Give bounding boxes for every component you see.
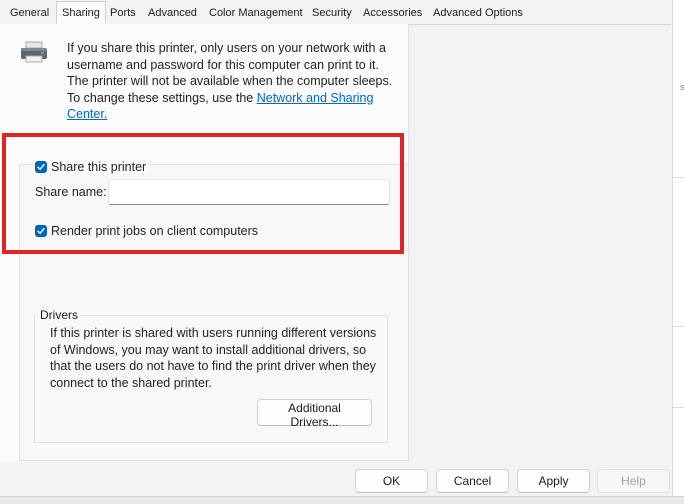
- divider: [673, 177, 684, 178]
- checkmark-icon: [37, 227, 45, 234]
- tab-general[interactable]: General: [10, 7, 49, 19]
- divider: [673, 407, 684, 408]
- tab-accessories[interactable]: Accessories: [363, 7, 422, 19]
- drivers-title: Drivers: [38, 308, 80, 322]
- printer-icon: [20, 40, 48, 64]
- share-printer-label[interactable]: Share this printer: [48, 160, 150, 174]
- tab-color-management[interactable]: Color Management: [209, 7, 303, 19]
- tab-ports[interactable]: Ports: [110, 7, 136, 19]
- ok-button[interactable]: OK: [355, 469, 428, 493]
- tab-sharing[interactable]: Sharing: [56, 1, 106, 24]
- tab-advanced-options[interactable]: Advanced Options: [433, 7, 523, 19]
- share-name-label: Share name:: [35, 185, 107, 199]
- dialog-footer: OK Cancel Apply Help: [0, 462, 671, 496]
- share-printer-checkbox[interactable]: [35, 161, 47, 173]
- tab-bar: General Sharing Ports Advanced Color Man…: [0, 0, 671, 25]
- render-jobs-checkbox[interactable]: [35, 225, 47, 237]
- background-window-text: s: [680, 82, 684, 92]
- help-button[interactable]: Help: [597, 469, 670, 493]
- apply-button[interactable]: Apply: [517, 469, 590, 493]
- sharing-description: If you share this printer, only users on…: [67, 40, 402, 123]
- drivers-description: If this printer is shared with users run…: [50, 326, 377, 390]
- cancel-button[interactable]: Cancel: [436, 469, 509, 493]
- share-name-input[interactable]: [108, 179, 390, 205]
- divider: [673, 326, 684, 327]
- additional-drivers-button[interactable]: Additional Drivers...: [257, 399, 372, 429]
- tab-advanced[interactable]: Advanced: [148, 7, 197, 19]
- background-window: s: [672, 0, 684, 503]
- render-jobs-label[interactable]: Render print jobs on client computers: [51, 224, 258, 238]
- printer-properties-dialog: General Sharing Ports Advanced Color Man…: [0, 0, 671, 496]
- checkmark-icon: [37, 163, 45, 170]
- tab-security[interactable]: Security: [312, 7, 352, 19]
